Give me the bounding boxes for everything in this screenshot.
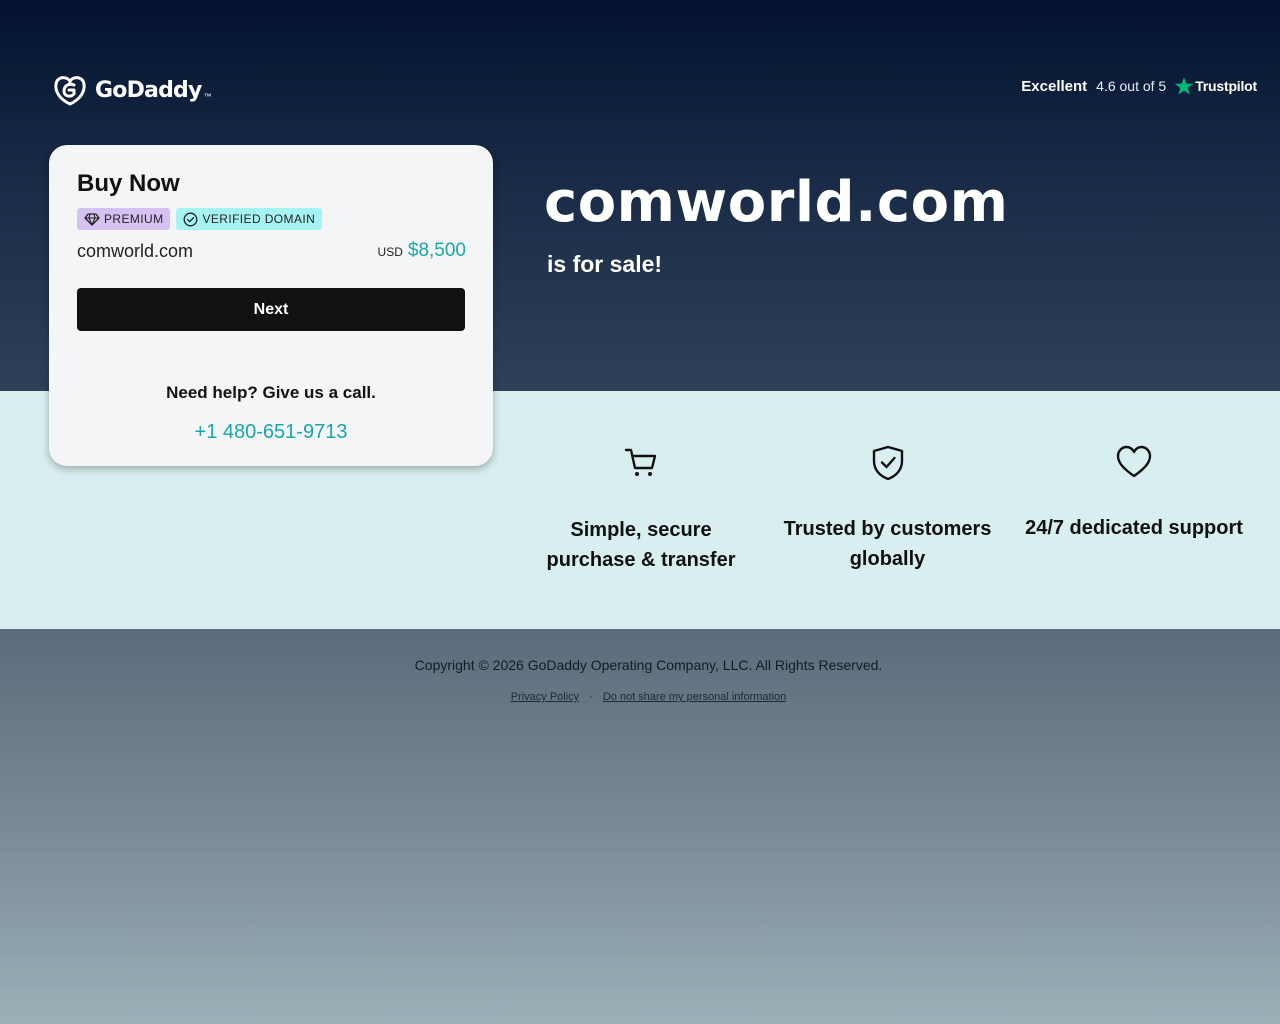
- check-circle-icon: [184, 212, 198, 226]
- link-separator: ·: [589, 691, 593, 703]
- for-sale-text: is for sale!: [547, 251, 663, 277]
- trademark-symbol: ™: [203, 92, 212, 101]
- next-button[interactable]: Next: [77, 288, 465, 331]
- trustpilot-star-icon: [1175, 77, 1194, 95]
- trustpilot-brand: Trustpilot: [1195, 78, 1257, 94]
- help-text: Need help? Give us a call.: [166, 383, 376, 402]
- phone-number-link[interactable]: +1 480-651-9713: [49, 421, 493, 444]
- copyright-text: Copyright © 2026 GoDaddy Operating Compa…: [414, 657, 883, 673]
- trustpilot-score: 4.6 out of 5: [1096, 78, 1167, 94]
- price: USD $8,500: [378, 240, 466, 262]
- domain-title: comworld.com: [544, 170, 1009, 235]
- shield-check-icon: [872, 445, 903, 481]
- feature-label: Simple, secure purchase & transfer: [546, 519, 736, 571]
- card-title: Buy Now: [77, 170, 180, 197]
- godaddy-logo[interactable]: GoDaddy ™: [53, 73, 212, 107]
- feature-label: 24/7 dedicated support: [1025, 517, 1243, 539]
- privacy-policy-link[interactable]: Privacy Policy: [511, 691, 579, 703]
- premium-badge: PREMIUM: [77, 208, 171, 230]
- verified-badge-label: VERIFIED DOMAIN: [202, 212, 316, 226]
- logo-wordmark: GoDaddy: [95, 77, 202, 103]
- feature-trusted: Trusted by customers globally: [777, 391, 998, 574]
- footer: Copyright © 2026 GoDaddy Operating Compa…: [0, 629, 1280, 1024]
- diamond-icon: [84, 212, 100, 226]
- verified-domain-badge: VERIFIED DOMAIN: [176, 208, 323, 230]
- godaddy-logo-mark-icon: [54, 76, 86, 106]
- heart-icon: [1116, 445, 1152, 478]
- price-amount: $8,500: [407, 240, 466, 261]
- cart-icon: [624, 448, 657, 476]
- footer-links: Privacy Policy · Do not share my personal …: [0, 691, 1280, 703]
- feature-secure-purchase: Simple, secure purchase & transfer: [530, 391, 752, 575]
- trustpilot-rating[interactable]: Excellent 4.6 out of 5 Trustpilot: [1021, 76, 1257, 96]
- trustpilot-rating-word: Excellent: [1021, 77, 1088, 95]
- premium-badge-label: PREMIUM: [104, 212, 164, 226]
- feature-label: Trusted by customers globally: [783, 518, 992, 570]
- price-currency: USD: [377, 245, 403, 259]
- feature-support: 24/7 dedicated support: [1016, 391, 1252, 543]
- do-not-share-link[interactable]: Do not share my personal information: [603, 691, 786, 703]
- card-domain-name: comworld.com: [77, 241, 194, 261]
- page: GoDaddy ™ Excellent 4.6 out of 5 Trustpi…: [0, 0, 1280, 1024]
- buy-now-card: Buy Now PREMIUM VERIFIED DOMAIN comworld…: [49, 145, 493, 466]
- badge-row: PREMIUM VERIFIED DOMAIN: [77, 208, 323, 230]
